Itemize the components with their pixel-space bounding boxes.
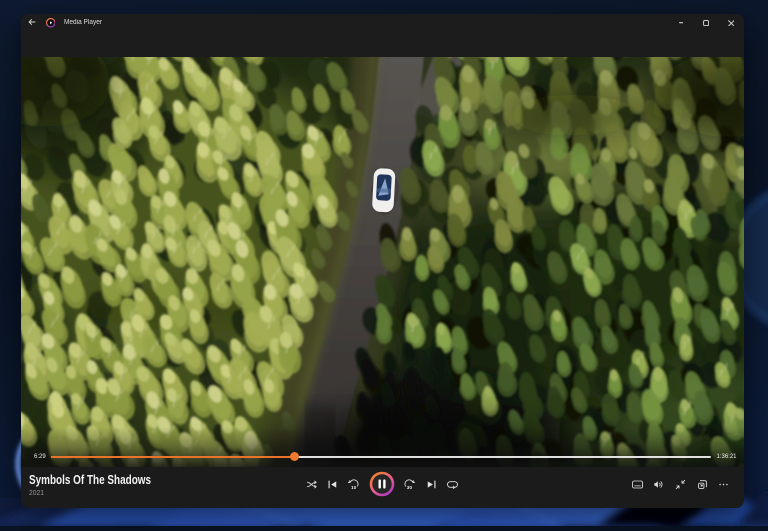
- svg-text:10: 10: [350, 484, 356, 490]
- svg-text:30: 30: [407, 484, 413, 490]
